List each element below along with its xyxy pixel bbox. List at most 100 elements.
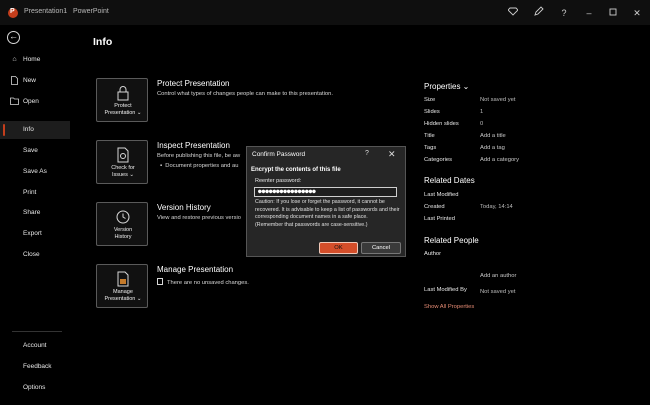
dialog-close-icon[interactable]: ✕ <box>388 149 396 160</box>
sidebar-item-label: Save <box>23 147 38 154</box>
protect-presentation-title: Protect Presentation <box>157 79 230 88</box>
sidebar-item-options[interactable]: Options <box>0 379 70 397</box>
sidebar-item-export[interactable]: Export <box>0 225 70 243</box>
manage-presentation-desc: There are no unsaved changes. <box>157 278 249 286</box>
home-icon: ⌂ <box>12 56 17 63</box>
prop-slides-value: 1 <box>480 109 484 115</box>
tile-label: Version History <box>113 227 133 240</box>
reenter-password-label: Reenter password: <box>255 178 302 184</box>
open-folder-icon <box>10 97 19 106</box>
title-separator: - <box>64 8 67 15</box>
powerpoint-logo-icon <box>8 8 18 18</box>
prop-title-key: Title <box>424 133 435 139</box>
title-bar: Presentation1 - PowerPoint ? – ✕ <box>0 0 650 25</box>
back-arrow-icon[interactable] <box>7 31 20 44</box>
prop-categories-key: Categories <box>424 157 453 163</box>
sidebar-item-label: Account <box>23 342 47 349</box>
prop-size-value: Not saved yet <box>480 97 516 103</box>
sidebar-item-label: Home <box>23 56 41 63</box>
last-modified-by-key: Last Modified By <box>424 287 467 293</box>
sidebar-item-info[interactable]: Info <box>0 121 70 139</box>
caution-text: Caution: If you lose or forget the passw… <box>255 199 400 229</box>
sidebar-item-label: Close <box>23 251 40 258</box>
inspect-presentation-desc: Before publishing this file, be aw <box>157 153 241 159</box>
sidebar-item-open[interactable]: Open <box>0 93 70 111</box>
related-dates-heading: Related Dates <box>424 176 475 185</box>
cancel-button[interactable]: Cancel <box>361 242 401 254</box>
created-key: Created <box>424 204 445 210</box>
prop-size-key: Size <box>424 97 436 103</box>
document-name: Presentation1 <box>24 8 68 15</box>
reenter-password-field[interactable]: ●●●●●●●●●●●●●●●● <box>254 187 397 197</box>
sidebar-item-save[interactable]: Save <box>0 142 70 160</box>
close-icon[interactable]: ✕ <box>630 6 644 20</box>
inspect-bullet: ▪ Document properties and au <box>160 163 239 169</box>
ok-button[interactable]: OK <box>319 242 358 254</box>
help-icon[interactable]: ? <box>557 6 571 20</box>
related-people-heading: Related People <box>424 236 479 245</box>
sidebar-item-close[interactable]: Close <box>0 246 70 264</box>
dialog-heading: Encrypt the contents of this file <box>251 167 341 173</box>
sidebar-item-save-as[interactable]: Save As <box>0 163 70 181</box>
tile-label: Protect Presentation ⌄ <box>104 103 142 116</box>
sidebar-item-label: Print <box>23 189 37 196</box>
sidebar-item-label: Share <box>23 209 41 216</box>
sidebar-item-home[interactable]: ⌂ Home <box>0 51 70 69</box>
inspect-document-icon <box>115 147 131 163</box>
pen-icon[interactable] <box>532 6 546 20</box>
show-all-properties-link[interactable]: Show All Properties <box>424 304 474 310</box>
add-category-field[interactable]: Add a category <box>480 157 519 163</box>
protect-presentation-button[interactable]: Protect Presentation ⌄ <box>96 78 148 122</box>
sidebar-item-print[interactable]: Print <box>0 184 70 202</box>
prop-slides-key: Slides <box>424 109 440 115</box>
prop-hidden-slides-value: 0 <box>480 121 484 127</box>
author-key: Author <box>424 251 442 257</box>
properties-panel: Properties ⌄ Size Not saved yet Slides 1… <box>424 25 650 405</box>
version-history-desc: View and restore previous versio <box>157 215 241 221</box>
dialog-help-icon[interactable]: ? <box>365 150 369 157</box>
add-title-field[interactable]: Add a title <box>480 133 506 139</box>
new-file-icon <box>10 76 19 85</box>
confirm-password-dialog: Confirm Password ? ✕ Encrypt the content… <box>246 146 406 257</box>
created-value: Today, 14:14 <box>480 204 513 210</box>
maximize-icon[interactable] <box>606 6 620 20</box>
check-for-issues-button[interactable]: Check for Issues ⌄ <box>96 140 148 184</box>
sidebar-item-label: Open <box>23 98 39 105</box>
sidebar-item-share[interactable]: Share <box>0 204 70 222</box>
last-modified-by-value: Not saved yet <box>480 289 516 295</box>
history-icon <box>115 209 131 225</box>
sidebar-item-label: Save As <box>23 168 47 175</box>
app-name: PowerPoint <box>73 8 109 15</box>
dialog-title: Confirm Password <box>252 151 306 158</box>
manage-document-icon <box>115 271 131 287</box>
version-history-title: Version History <box>157 203 211 212</box>
properties-heading[interactable]: Properties ⌄ <box>424 82 469 91</box>
diamond-icon[interactable] <box>506 6 520 20</box>
inspect-presentation-title: Inspect Presentation <box>157 141 230 150</box>
page-title: Info <box>93 36 113 48</box>
version-history-button[interactable]: Version History <box>96 202 148 246</box>
lock-icon <box>115 85 131 101</box>
manage-presentation-button[interactable]: Manage Presentation ⌄ <box>96 264 148 308</box>
add-tag-field[interactable]: Add a tag <box>480 145 505 151</box>
sidebar-item-label: Info <box>23 126 34 133</box>
tile-label: Manage Presentation ⌄ <box>104 289 142 302</box>
sidebar-item-label: Export <box>23 230 42 237</box>
manage-presentation-title: Manage Presentation <box>157 265 234 274</box>
protect-presentation-desc: Control what types of changes people can… <box>157 91 333 97</box>
sidebar-divider <box>12 331 62 332</box>
sidebar-item-new[interactable]: New <box>0 72 70 90</box>
backstage-sidebar: ⌂ Home New Open Info Save Save As Print … <box>0 25 74 405</box>
sidebar-item-feedback[interactable]: Feedback <box>0 358 70 376</box>
sidebar-item-label: Feedback <box>23 363 52 370</box>
sidebar-item-account[interactable]: Account <box>0 337 70 355</box>
minimize-icon[interactable]: – <box>582 6 596 20</box>
last-modified-key: Last Modified <box>424 192 459 198</box>
prop-hidden-slides-key: Hidden slides <box>424 121 459 127</box>
add-author-field[interactable]: Add an author <box>480 273 516 279</box>
prop-tags-key: Tags <box>424 145 437 151</box>
last-printed-key: Last Printed <box>424 216 455 222</box>
tile-label: Check for Issues ⌄ <box>111 165 135 178</box>
document-icon <box>157 278 163 285</box>
sidebar-item-label: Options <box>23 384 46 391</box>
